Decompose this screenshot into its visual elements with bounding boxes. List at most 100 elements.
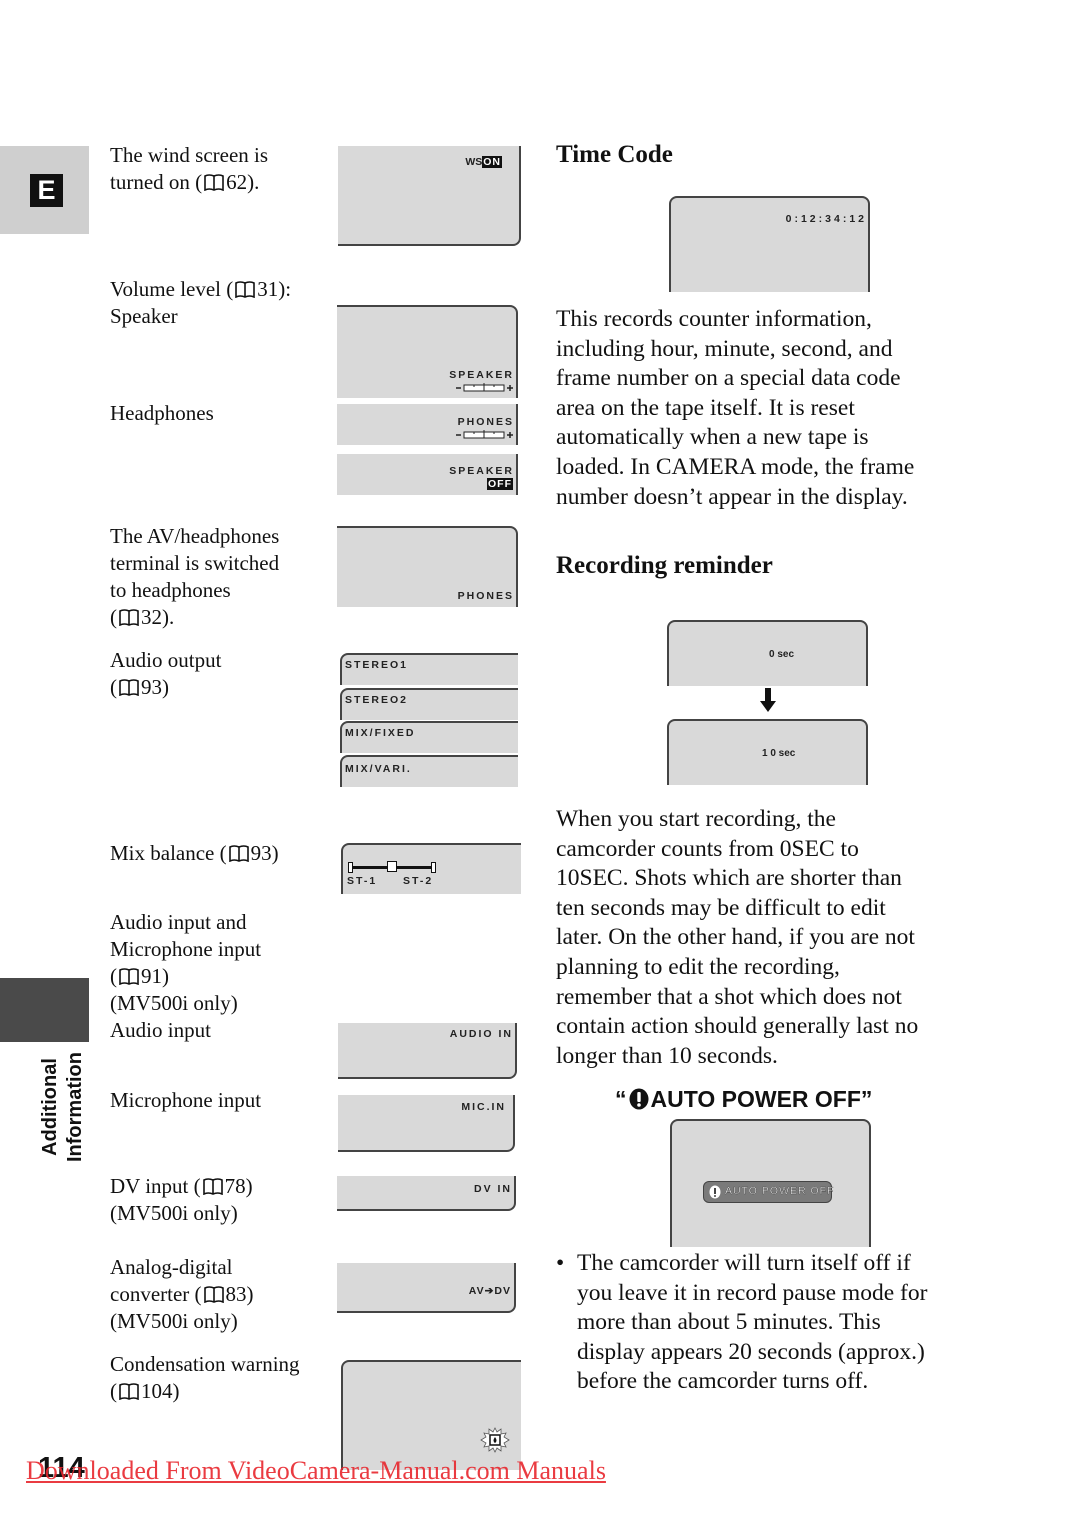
speaker-volume-display: SPEAKER bbox=[337, 305, 518, 398]
auto-power-off-badge: AUTO POWER OFF bbox=[703, 1181, 835, 1203]
av-headphones-caption: The AV/headphones terminal is switched t… bbox=[110, 523, 279, 631]
time-code-value: 0:12:34:12 bbox=[785, 213, 867, 225]
av-dv-display: AV➔DV bbox=[337, 1263, 516, 1313]
reminder-end-display: 1 0 sec bbox=[667, 719, 868, 785]
wind-screen-caption: The wind screen is turned on (62). bbox=[110, 142, 268, 196]
book-icon bbox=[119, 1383, 139, 1400]
caption-line: (MV500i only) bbox=[110, 991, 238, 1015]
page-ref[interactable]: 91) bbox=[141, 964, 169, 988]
caption-line: converter ( bbox=[110, 1282, 202, 1306]
audio-output-mix-fixed: MIX/FIXED bbox=[340, 721, 518, 753]
caption-line: Audio output bbox=[110, 648, 222, 672]
time-code-paragraph: This records counter information, includ… bbox=[556, 305, 914, 512]
bullet-icon: • bbox=[556, 1250, 565, 1276]
microphone-input-caption: Microphone input bbox=[110, 1088, 262, 1112]
paragraph-line: contain action should generally last no bbox=[556, 1013, 919, 1040]
audio-in-display: AUDIO IN bbox=[338, 1023, 517, 1079]
paragraph-line: automatically when a new tape is bbox=[556, 424, 869, 451]
paragraph-line: more than about 5 minutes. This bbox=[577, 1309, 881, 1336]
warning-icon bbox=[629, 1088, 648, 1110]
page-ref[interactable]: 78) bbox=[225, 1174, 253, 1198]
reminder-start-display: 0 sec bbox=[667, 620, 868, 686]
page-ref[interactable]: 104) bbox=[141, 1379, 180, 1403]
page-ref[interactable]: 93) bbox=[251, 841, 279, 865]
option-label: STEREO1 bbox=[345, 659, 409, 671]
paragraph-line: 10SEC. Shots which are shorter than bbox=[556, 865, 902, 892]
mix-balance-caption: Mix balance ( 93) bbox=[110, 840, 279, 867]
caption-line: ( bbox=[110, 675, 117, 699]
condensation-display bbox=[341, 1360, 521, 1470]
audio-output-mix-vari: MIX/VARI. bbox=[340, 755, 518, 787]
av-phones-display: PHONES bbox=[337, 526, 518, 607]
page-ref[interactable]: 32). bbox=[141, 605, 174, 629]
page-ref[interactable]: 31): bbox=[257, 277, 291, 301]
paragraph-line: The camcorder will turn itself off if bbox=[577, 1250, 911, 1276]
dv-in-label: DV IN bbox=[473, 1183, 512, 1195]
caption-line: Audio input bbox=[110, 1018, 211, 1042]
page-ref[interactable]: 62). bbox=[226, 170, 259, 194]
ws-text: WS bbox=[465, 156, 483, 168]
paragraph-line: loaded. In CAMERA mode, the frame bbox=[556, 453, 915, 480]
condensation-caption: Condensation warning (104) bbox=[110, 1351, 300, 1405]
st1-label: ST-1 bbox=[347, 875, 378, 887]
auto-power-off-display: AUTO POWER OFF bbox=[670, 1119, 871, 1247]
section-label: Additional Information bbox=[38, 1052, 94, 1162]
paragraph-line: frame number on a special data code bbox=[556, 365, 901, 392]
book-icon bbox=[204, 174, 224, 191]
off-badge: OFF bbox=[487, 478, 513, 490]
caption-line: ( bbox=[110, 964, 117, 988]
caption-line: Mix balance ( bbox=[110, 841, 227, 865]
paragraph-line: longer than 10 seconds. bbox=[556, 1042, 778, 1069]
speaker-label: SPEAKER bbox=[449, 369, 514, 381]
caption-line: (MV500i only) bbox=[110, 1201, 238, 1225]
analog-digital-caption: Analog-digital converter (83) (MV500i on… bbox=[110, 1254, 254, 1335]
book-icon bbox=[203, 1286, 224, 1303]
book-icon bbox=[119, 609, 139, 626]
reminder-end-value: 1 0 sec bbox=[762, 748, 796, 759]
auto-power-off-bullet: • The camcorder will turn itself off if … bbox=[556, 1249, 927, 1397]
download-source-link[interactable]: Downloaded From VideoCamera-Manual.com M… bbox=[26, 1456, 606, 1486]
caption-line: (MV500i only) bbox=[110, 1309, 238, 1333]
audio-output-caption: Audio output (93) bbox=[110, 647, 221, 701]
language-tab: E bbox=[0, 146, 89, 234]
slider-thumb bbox=[387, 861, 397, 872]
page-ref[interactable]: 83) bbox=[226, 1282, 254, 1306]
caption-line: DV input ( bbox=[110, 1174, 201, 1198]
slider-left-stop bbox=[348, 862, 353, 873]
paragraph-line: including hour, minute, second, and bbox=[556, 335, 893, 362]
mix-balance-slider bbox=[348, 861, 436, 873]
condensation-warning-icon bbox=[480, 1427, 510, 1453]
warning-icon bbox=[709, 1185, 721, 1199]
speaker-label: SPEAKER bbox=[449, 465, 514, 477]
paragraph-line: ten seconds may be difficult to edit bbox=[556, 894, 886, 921]
headphones-caption: Headphones bbox=[110, 401, 214, 425]
paragraph-line: before the camcorder turns off. bbox=[577, 1368, 869, 1395]
dv-input-caption: DV input ( 78) (MV500i only) bbox=[110, 1173, 253, 1227]
open-quote: “ bbox=[615, 1086, 627, 1112]
speaker-off-display: SPEAKER OFF bbox=[337, 454, 518, 495]
option-label: MIX/VARI. bbox=[345, 763, 412, 775]
auto-power-off-text: AUTO POWER OFF bbox=[725, 1185, 835, 1197]
caption-line: Condensation warning bbox=[110, 1352, 300, 1376]
section-label-line2: Information bbox=[64, 1052, 86, 1162]
caption-line: The AV/headphones bbox=[110, 524, 280, 548]
on-badge: ON bbox=[482, 156, 502, 168]
page-ref[interactable]: 93) bbox=[141, 675, 169, 699]
caption-line: terminal is switched bbox=[110, 551, 280, 575]
paragraph-line: When you start recording, the bbox=[556, 806, 836, 832]
book-icon bbox=[202, 1178, 223, 1195]
paragraph-line: camcorder counts from 0SEC to bbox=[556, 835, 859, 862]
heading-text: AUTO POWER OFF bbox=[650, 1086, 861, 1112]
caption-line: to headphones bbox=[110, 578, 231, 602]
paragraph-line: you leave it in record pause mode for bbox=[577, 1279, 928, 1306]
wind-screen-display: WSON bbox=[338, 146, 521, 246]
option-label: STEREO2 bbox=[345, 694, 409, 706]
caption-line: Microphone input bbox=[110, 937, 262, 961]
down-arrow-icon bbox=[760, 688, 776, 712]
mic-in-display: MIC.IN bbox=[338, 1095, 515, 1152]
book-icon bbox=[235, 281, 256, 298]
caption-line: turned on ( bbox=[110, 170, 203, 194]
mic-in-label: MIC.IN bbox=[461, 1101, 506, 1113]
dv-in-display: DV IN bbox=[337, 1176, 516, 1211]
option-label: MIX/FIXED bbox=[345, 727, 416, 739]
